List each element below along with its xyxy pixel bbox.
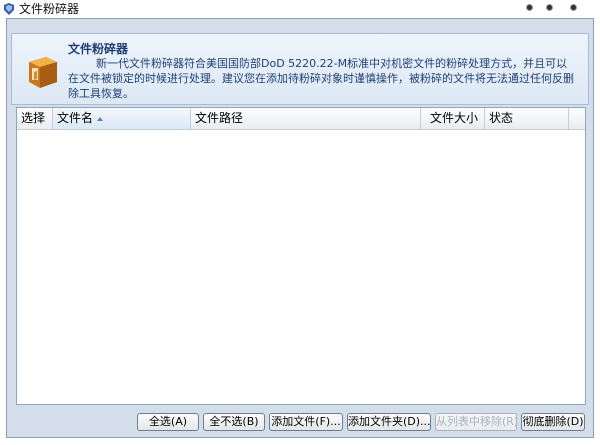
panel-description: 新一代文件粉碎器符合美国国防部DoD 5220.22-M标准中对机密文件的粉碎处… (68, 57, 574, 100)
main-frame: 文件粉碎器 新一代文件粉碎器符合美国国防部DoD 5220.22-M标准中对机密… (6, 18, 594, 438)
add-file-button[interactable]: 添加文件(F)... (269, 413, 343, 431)
maximize-icon (546, 4, 552, 10)
file-list-table[interactable]: 选择 文件名 文件路径 文件大小 状态 (16, 107, 586, 405)
sort-ascending-icon (97, 116, 104, 121)
add-folder-button[interactable]: 添加文件夹(D)... (347, 413, 431, 431)
column-header-select[interactable]: 选择 (17, 108, 53, 129)
column-label: 选择 (21, 111, 46, 125)
panel-title: 文件粉碎器 (68, 42, 129, 56)
column-label: 文件路径 (195, 111, 244, 125)
column-header-status[interactable]: 状态 (485, 108, 569, 129)
select-none-button[interactable]: 全不选(B) (203, 413, 265, 431)
shred-button[interactable]: 彻底删除(D) (521, 413, 585, 431)
column-header-filler (569, 108, 585, 129)
column-label: 文件大小 (429, 111, 478, 125)
close-button[interactable] (567, 1, 579, 13)
shredder-app-icon (4, 3, 14, 15)
close-icon (570, 4, 576, 10)
maximize-button[interactable] (543, 1, 555, 13)
table-header: 选择 文件名 文件路径 文件大小 状态 (17, 108, 585, 130)
window-title: 文件粉碎器 (19, 2, 80, 16)
minimize-button[interactable] (523, 1, 535, 13)
column-header-path[interactable]: 文件路径 (191, 108, 421, 129)
remove-from-list-button: 从列表中移除(R) (435, 413, 517, 431)
table-body[interactable] (17, 130, 585, 404)
column-header-filename[interactable]: 文件名 (53, 108, 191, 129)
info-panel: 文件粉碎器 新一代文件粉碎器符合美国国防部DoD 5220.22-M标准中对机密… (11, 33, 589, 105)
title-bar: 文件粉碎器 (0, 0, 600, 18)
column-label: 状态 (489, 111, 514, 125)
minimize-icon (526, 4, 532, 10)
column-header-size[interactable]: 文件大小 (421, 108, 485, 129)
select-all-button[interactable]: 全选(A) (137, 413, 199, 431)
column-label: 文件名 (57, 111, 94, 125)
shredder-icon (29, 57, 57, 88)
